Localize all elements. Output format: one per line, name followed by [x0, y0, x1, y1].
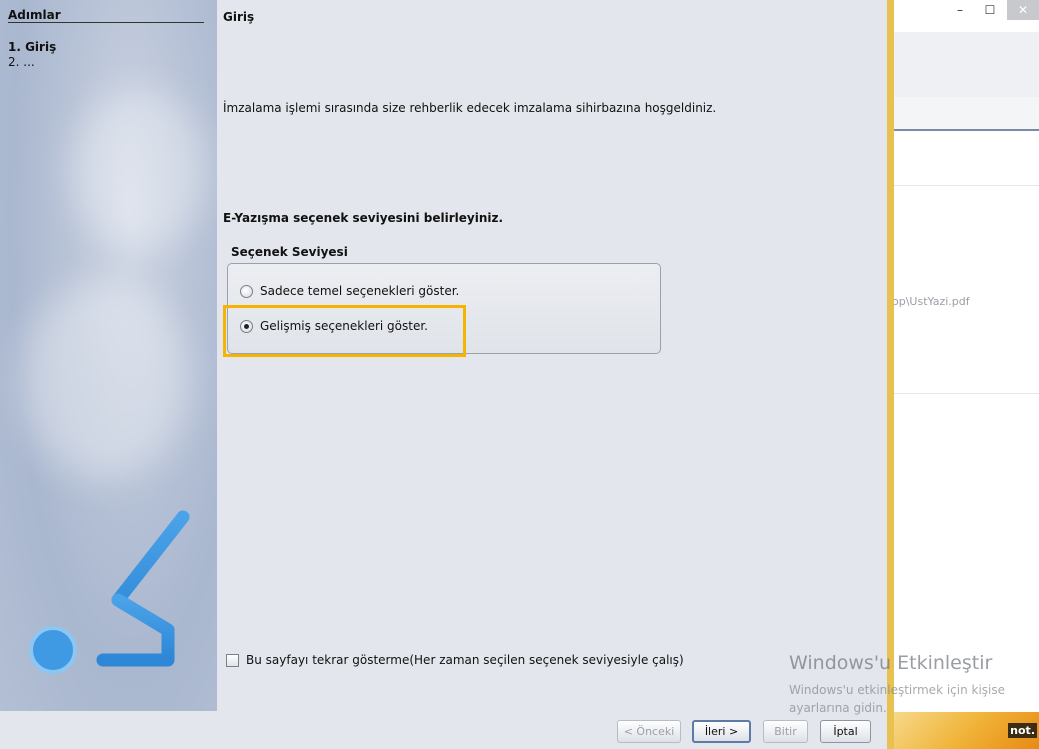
- file-path-text: op\UstYazi.pdf: [892, 295, 970, 308]
- window-divider: [887, 0, 894, 749]
- background-window: – ☐ ✕ op\UstYazi.pdf not.: [892, 0, 1039, 749]
- activation-watermark-title: Windows'u Etkinleştir: [789, 652, 993, 674]
- radio-button[interactable]: [240, 284, 253, 298]
- close-icon[interactable]: ✕: [1007, 0, 1039, 20]
- taskbar-thumbnail-label: not.: [1008, 723, 1037, 738]
- option-level-question: E-Yazışma seçenek seviyesini belirleyini…: [223, 211, 504, 225]
- activation-watermark-line: Windows'u etkinleştirmek için kişise: [789, 683, 1006, 697]
- step-item-2: 2. ...: [8, 55, 35, 69]
- steps-panel: Adımlar 1. Giriş 2. ...: [0, 0, 217, 711]
- button-bar: [0, 711, 887, 749]
- row-divider: [894, 185, 1039, 186]
- maximize-icon[interactable]: ☐: [976, 0, 1004, 20]
- activation-watermark-line: ayarlarına gidin.: [789, 701, 887, 715]
- background-cloud: [70, 90, 210, 250]
- intro-text: İmzalama işlemi sırasında size rehberlik…: [223, 101, 717, 115]
- background-window-tabstrip: [894, 97, 1039, 131]
- dont-show-again-label: Bu sayfayı tekrar gösterme(Her zaman seç…: [246, 653, 684, 667]
- background-window-titlebar: – ☐ ✕: [894, 0, 1039, 32]
- radio-basic-label: Sadece temel seçenekleri göster.: [260, 284, 460, 298]
- e-signature-logo-icon: [29, 510, 190, 674]
- row-divider: [894, 393, 1039, 394]
- finish-button[interactable]: Bitir: [763, 720, 808, 743]
- radio-basic-options[interactable]: Sadece temel seçenekleri göster.: [240, 284, 459, 298]
- next-button[interactable]: İleri >: [692, 720, 751, 743]
- checkbox[interactable]: [226, 653, 239, 667]
- previous-button[interactable]: < Önceki: [617, 720, 681, 743]
- page-title: Giriş: [223, 10, 255, 24]
- minimize-icon[interactable]: –: [946, 0, 974, 20]
- background-window-toolbar: [894, 32, 1039, 98]
- steps-header: Adımlar: [8, 8, 204, 23]
- dont-show-again-checkbox[interactable]: Bu sayfayı tekrar gösterme(Her zaman seç…: [226, 653, 684, 667]
- cancel-button[interactable]: İptal: [820, 720, 871, 743]
- option-group-title: Seçenek Seviyesi: [231, 245, 348, 259]
- step-item-1: 1. Giriş: [8, 40, 57, 54]
- background-cloud: [20, 280, 190, 480]
- highlight-box: [223, 305, 466, 357]
- signing-wizard-dialog: Adımlar 1. Giriş 2. ... Giriş İmzalama i…: [0, 0, 887, 749]
